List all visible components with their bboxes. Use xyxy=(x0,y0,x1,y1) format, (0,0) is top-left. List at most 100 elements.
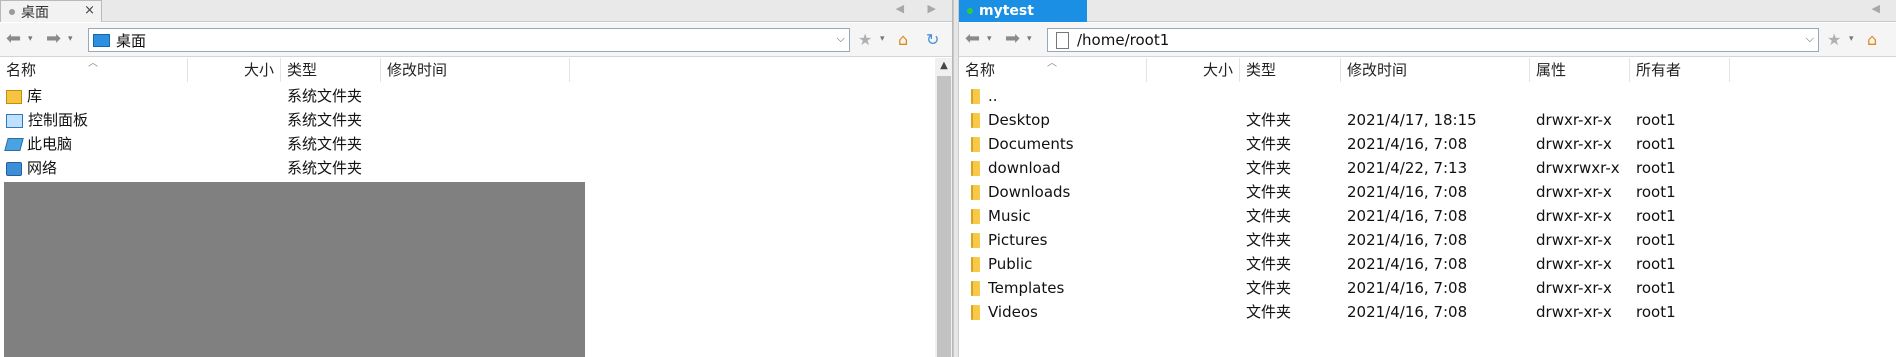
list-item[interactable]: 控制面板 系统文件夹 xyxy=(0,108,935,132)
item-owner: root1 xyxy=(1636,159,1676,177)
item-owner: root1 xyxy=(1636,135,1676,153)
network-icon xyxy=(6,161,22,176)
address-bar[interactable]: 桌面 ⌵ xyxy=(88,28,850,52)
item-type: 文件夹 xyxy=(1246,135,1292,153)
chevron-down-icon[interactable]: ⌵ xyxy=(1806,32,1814,46)
item-attributes xyxy=(1530,84,1630,108)
bookmark-dropdown-icon[interactable]: ▾ xyxy=(1849,34,1854,44)
back-icon[interactable]: ⬅ xyxy=(6,30,21,48)
folder-icon xyxy=(971,161,980,176)
item-name: 控制面板 xyxy=(28,111,89,129)
list-item[interactable]: 库 系统文件夹 xyxy=(0,84,935,108)
vertical-scrollbar[interactable]: ▲ xyxy=(935,58,952,357)
list-item[interactable]: .. xyxy=(959,84,1896,108)
star-icon[interactable]: ★ xyxy=(858,31,872,49)
tab-mytest[interactable]: mytest xyxy=(959,0,1087,22)
tab-desktop[interactable]: 桌面 × xyxy=(0,0,102,22)
item-name: Downloads xyxy=(988,183,1071,201)
tab-scroll-arrows[interactable]: ◀ ▶ xyxy=(896,2,946,15)
scrollbar-thumb[interactable] xyxy=(937,76,951,357)
column-name[interactable]: 名称 xyxy=(959,58,1147,82)
refresh-icon[interactable]: ↻ xyxy=(926,31,939,49)
item-name: Desktop xyxy=(988,111,1050,129)
item-attributes: drwxr-xr-x xyxy=(1536,111,1612,129)
right-tab-bar: mytest ◀ xyxy=(959,0,1896,22)
column-name[interactable]: 名称 xyxy=(0,58,188,82)
folder-icon xyxy=(971,233,980,248)
item-attributes: drwxr-xr-x xyxy=(1536,279,1612,297)
forward-dropdown-icon[interactable]: ▾ xyxy=(1027,34,1032,44)
star-icon[interactable]: ★ xyxy=(1827,31,1841,49)
item-owner: root1 xyxy=(1636,231,1676,249)
tab-label: 桌面 xyxy=(21,4,49,21)
tab-label: mytest xyxy=(979,3,1034,19)
item-name: 此电脑 xyxy=(27,135,73,153)
connection-status-dot xyxy=(967,8,973,14)
list-item[interactable]: Videos 文件夹 2021/4/16, 7:08 drwxr-xr-x root1 xyxy=(959,300,1896,324)
item-name: 库 xyxy=(27,87,43,105)
column-attributes[interactable]: 属性 xyxy=(1530,58,1630,82)
redacted-area xyxy=(4,182,585,357)
home-icon[interactable]: ⌂ xyxy=(898,31,908,49)
list-item[interactable]: Public 文件夹 2021/4/16, 7:08 drwxr-xr-x root1 xyxy=(959,252,1896,276)
column-type[interactable]: 类型 xyxy=(1240,58,1341,82)
folder-icon xyxy=(971,257,980,272)
folder-icon xyxy=(971,89,980,104)
item-type: 系统文件夹 xyxy=(287,159,363,177)
item-modified: 2021/4/16, 7:08 xyxy=(1347,135,1468,153)
item-name: Public xyxy=(988,255,1033,273)
close-icon[interactable]: × xyxy=(84,3,95,18)
item-modified: 2021/4/22, 7:13 xyxy=(1347,159,1468,177)
tab-status-dot xyxy=(9,8,15,15)
folder-icon xyxy=(971,305,980,320)
back-dropdown-icon[interactable]: ▾ xyxy=(28,34,33,44)
list-item[interactable]: Documents 文件夹 2021/4/16, 7:08 drwxr-xr-x roo… xyxy=(959,132,1896,156)
item-owner: root1 xyxy=(1636,111,1676,129)
left-tab-bar: 桌面 × ◀ ▶ xyxy=(0,0,952,22)
item-type: 文件夹 xyxy=(1246,111,1292,129)
forward-dropdown-icon[interactable]: ▾ xyxy=(68,34,73,44)
item-modified: 2021/4/16, 7:08 xyxy=(1347,303,1468,321)
list-item[interactable]: Templates 文件夹 2021/4/16, 7:08 drwxr-xr-x roo… xyxy=(959,276,1896,300)
address-bar[interactable]: /home/root1 ⌵ xyxy=(1047,28,1819,52)
item-owner xyxy=(1630,84,1730,108)
forward-icon[interactable]: ➡ xyxy=(1005,30,1020,48)
item-type: 系统文件夹 xyxy=(287,111,363,129)
back-icon[interactable]: ⬅ xyxy=(965,30,980,48)
folder-icon xyxy=(971,185,980,200)
column-size[interactable]: 大小 xyxy=(1147,58,1240,82)
item-name: download xyxy=(988,159,1061,177)
list-item[interactable]: Downloads 文件夹 2021/4/16, 7:08 drwxr-xr-x roo… xyxy=(959,180,1896,204)
item-name: Videos xyxy=(988,303,1038,321)
desktop-icon xyxy=(93,33,110,47)
column-modified[interactable]: 修改时间 xyxy=(1341,58,1530,82)
remote-file-pane: mytest ◀ ⬅ ▾ ➡ ▾ /home/root1 ⌵ ★ ▾ ⌂ ︿ 名… xyxy=(959,0,1896,357)
column-type[interactable]: 类型 xyxy=(281,58,381,82)
column-owner[interactable]: 所有者 xyxy=(1630,58,1730,82)
item-attributes: drwxr-xr-x xyxy=(1536,135,1612,153)
item-modified: 2021/4/16, 7:08 xyxy=(1347,255,1468,273)
back-dropdown-icon[interactable]: ▾ xyxy=(987,34,992,44)
home-icon[interactable]: ⌂ xyxy=(1867,31,1877,49)
chevron-down-icon[interactable]: ⌵ xyxy=(837,32,845,46)
list-item[interactable]: Desktop 文件夹 2021/4/17, 18:15 drwxr-xr-x root… xyxy=(959,108,1896,132)
control-panel-icon xyxy=(6,113,23,128)
column-size[interactable]: 大小 xyxy=(188,58,281,82)
list-item[interactable]: download 文件夹 2021/4/22, 7:13 drwxrwxr-x root… xyxy=(959,156,1896,180)
item-type xyxy=(1240,84,1341,108)
list-item[interactable]: Music 文件夹 2021/4/16, 7:08 drwxr-xr-x root1 xyxy=(959,204,1896,228)
folder-icon xyxy=(971,137,980,152)
address-path: 桌面 xyxy=(116,31,147,50)
item-name: Music xyxy=(988,207,1031,225)
forward-icon[interactable]: ➡ xyxy=(46,30,61,48)
list-item[interactable]: 网络 系统文件夹 xyxy=(0,156,935,180)
item-owner: root1 xyxy=(1636,183,1676,201)
bookmark-dropdown-icon[interactable]: ▾ xyxy=(880,34,885,44)
list-item[interactable]: Pictures 文件夹 2021/4/16, 7:08 drwxr-xr-x root… xyxy=(959,228,1896,252)
scroll-up-icon[interactable]: ▲ xyxy=(935,60,952,71)
item-attributes: drwxr-xr-x xyxy=(1536,303,1612,321)
item-type: 文件夹 xyxy=(1246,303,1292,321)
list-item[interactable]: 此电脑 系统文件夹 xyxy=(0,132,935,156)
column-modified[interactable]: 修改时间 xyxy=(381,58,570,82)
tab-scroll-arrows[interactable]: ◀ xyxy=(1872,2,1890,15)
